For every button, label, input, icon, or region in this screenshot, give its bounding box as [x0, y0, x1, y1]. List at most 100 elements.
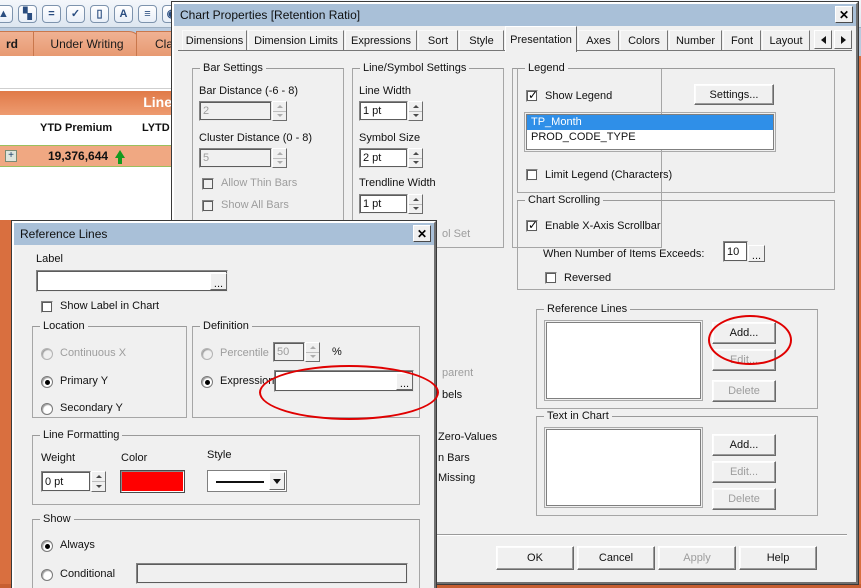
tab-label: Under Writing: [50, 37, 124, 51]
text-in-chart-add-button[interactable]: Add...: [712, 434, 776, 456]
when-items-exceeds-expression-button[interactable]: ...: [748, 245, 765, 262]
chevron-up-icon: [412, 104, 419, 108]
tabs-scroll-left-button[interactable]: [814, 30, 832, 49]
show-label-in-chart-checkbox[interactable]: [41, 301, 53, 313]
stepper-down[interactable]: [273, 159, 286, 168]
trendline-width-input[interactable]: 1 pt: [359, 194, 408, 214]
legend-settings-label: Settings...: [709, 88, 759, 101]
symbol-size-input[interactable]: 2 pt: [359, 148, 408, 168]
tabs-scroll-right-button[interactable]: [834, 30, 852, 49]
edit-label: Edit...: [729, 466, 759, 478]
line-style-preview: [216, 481, 264, 483]
sheet-white-panel: [0, 56, 174, 89]
combobox-arrow-button[interactable]: [269, 472, 285, 490]
sidebar-item-under-writing[interactable]: Under Writing: [33, 31, 141, 56]
when-items-exceeds-input[interactable]: 10: [723, 241, 748, 262]
tab-style[interactable]: Style: [459, 30, 504, 50]
chevron-down-icon: [309, 355, 316, 359]
stepper-down[interactable]: [409, 205, 422, 214]
reversed-checkbox[interactable]: [545, 272, 557, 284]
list-item[interactable]: TP_Month: [527, 115, 773, 130]
close-icon[interactable]: ✕: [413, 225, 431, 242]
location-primary-y-radio[interactable]: [41, 376, 53, 388]
cluster-distance-input[interactable]: 5: [199, 148, 272, 168]
bar-distance-input[interactable]: 2: [199, 101, 272, 121]
tab-number[interactable]: Number: [669, 30, 722, 50]
expression-builder-button[interactable]: ...: [396, 373, 413, 390]
tab-axes[interactable]: Axes: [578, 30, 619, 50]
tab-layout[interactable]: Layout: [762, 30, 810, 50]
bar-distance-stepper[interactable]: [272, 101, 287, 121]
reference-lines-titlebar[interactable]: Reference Lines ✕: [14, 223, 434, 245]
cluster-distance-stepper[interactable]: [272, 148, 287, 168]
help-button[interactable]: Help: [739, 546, 817, 570]
conditional-input[interactable]: [136, 563, 408, 584]
show-conditional-radio[interactable]: [41, 569, 53, 581]
stepper-up[interactable]: [92, 472, 105, 482]
definition-expression-radio[interactable]: [201, 376, 213, 388]
tab-sort[interactable]: Sort: [418, 30, 458, 50]
cancel-button[interactable]: Cancel: [577, 546, 655, 570]
text-in-chart-delete-button: Delete: [712, 488, 776, 510]
weight-stepper[interactable]: [91, 471, 106, 492]
reference-lines-list[interactable]: [544, 320, 703, 401]
chart-icon[interactable]: ▲: [0, 5, 13, 23]
trendline-width-stepper[interactable]: [408, 194, 423, 214]
stepper-down[interactable]: [273, 112, 286, 121]
show-label-in-chart-label: Show Label in Chart: [60, 300, 160, 312]
ok-button[interactable]: OK: [496, 546, 574, 570]
chevron-right-icon: [840, 35, 846, 44]
equals-icon[interactable]: =: [42, 5, 61, 23]
table-row[interactable]: + 19,376,644: [0, 145, 174, 167]
tab-presentation[interactable]: Presentation: [505, 26, 577, 52]
stepper-up[interactable]: [409, 195, 422, 205]
text-a-icon[interactable]: A: [114, 5, 133, 23]
close-icon[interactable]: ✕: [835, 6, 853, 23]
tab-expressions[interactable]: Expressions: [345, 30, 417, 50]
line-style-combobox[interactable]: [207, 470, 287, 492]
line-width-stepper[interactable]: [408, 101, 423, 121]
chart-properties-titlebar[interactable]: Chart Properties [Retention Ratio] ✕: [174, 4, 856, 26]
weight-input[interactable]: 0 pt: [41, 471, 91, 492]
legend-dimension-list[interactable]: TP_Month PROD_CODE_TYPE: [524, 112, 776, 152]
stepper-down[interactable]: [409, 159, 422, 168]
table-header-lytd: LYTD: [142, 122, 170, 134]
check-icon[interactable]: ✓: [66, 5, 85, 23]
location-secondary-y-radio[interactable]: [41, 403, 53, 415]
tab-colors[interactable]: Colors: [620, 30, 668, 50]
bar-distance-label: Bar Distance (-6 - 8): [199, 85, 299, 97]
table-cell-ytd-premium: 19,376,644: [48, 149, 109, 163]
show-always-radio[interactable]: [41, 540, 53, 552]
list-item[interactable]: PROD_CODE_TYPE: [527, 130, 773, 145]
tab-dimension-limits[interactable]: Dimension Limits: [248, 30, 344, 50]
label-input[interactable]: [36, 270, 228, 292]
tab-label: Layout: [769, 34, 803, 47]
label-expression-button[interactable]: ...: [210, 273, 227, 290]
legend-settings-button[interactable]: Settings...: [694, 84, 774, 105]
line-color-swatch[interactable]: [120, 470, 185, 493]
allow-thin-bars-checkbox[interactable]: [202, 178, 214, 190]
tab-font[interactable]: Font: [723, 30, 761, 50]
show-all-bars-checkbox[interactable]: [202, 200, 214, 212]
tab-dimensions[interactable]: Dimensions: [182, 30, 247, 50]
stepper-down[interactable]: [409, 112, 422, 121]
window-icon[interactable]: ▯: [90, 5, 109, 23]
text-in-chart-list[interactable]: [544, 427, 703, 508]
expression-input[interactable]: [274, 370, 414, 392]
expand-plus-icon[interactable]: +: [5, 150, 17, 162]
reference-lines-add-button[interactable]: Add...: [712, 322, 776, 344]
line-width-input[interactable]: 1 pt: [359, 101, 408, 121]
symbol-size-stepper[interactable]: [408, 148, 423, 168]
tab-label: rd: [6, 37, 18, 51]
stepper-up[interactable]: [273, 102, 286, 112]
enable-x-axis-scrollbar-checkbox[interactable]: ✓: [526, 219, 538, 232]
stepper-up[interactable]: [273, 149, 286, 159]
stepper-down[interactable]: [92, 482, 105, 491]
show-legend-checkbox[interactable]: ✓: [526, 89, 538, 102]
stepper-up[interactable]: [409, 149, 422, 159]
bar-settings-group-label: Bar Settings: [200, 62, 266, 74]
bar-chart-icon[interactable]: ▚: [18, 5, 37, 23]
list-icon[interactable]: ≡: [138, 5, 157, 23]
stepper-up[interactable]: [409, 102, 422, 112]
limit-legend-checkbox[interactable]: [526, 169, 538, 181]
